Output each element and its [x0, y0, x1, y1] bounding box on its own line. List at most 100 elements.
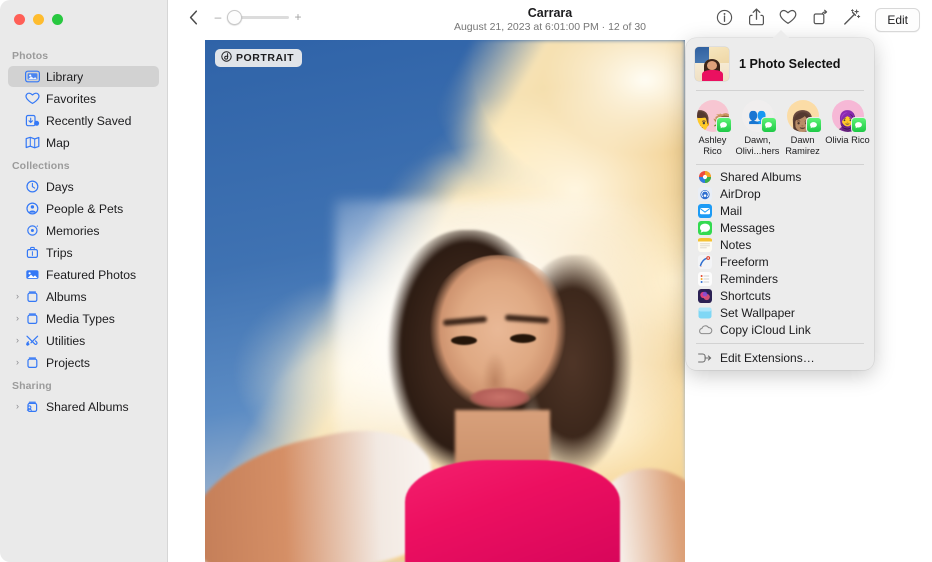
- menu-item-label: Mail: [720, 204, 742, 218]
- sidebar-item-label: Trips: [46, 246, 73, 260]
- chevron-left-icon: [189, 10, 198, 30]
- share-menu: Shared Albums AirDrop Mail Messages: [686, 165, 874, 370]
- sidebar-item-recently-saved[interactable]: › Recently Saved: [8, 110, 159, 131]
- sidebar-item-label: People & Pets: [46, 202, 123, 216]
- sidebar-item-favorites[interactable]: › Favorites: [8, 88, 159, 109]
- avatar: 👩🏽: [787, 100, 819, 132]
- menu-item-mail[interactable]: Mail: [692, 202, 868, 219]
- contact-name: Ashley Rico: [690, 135, 735, 156]
- photo-lips: [470, 388, 530, 408]
- share-button[interactable]: [741, 6, 771, 33]
- sidebar-item-label: Memories: [46, 224, 100, 238]
- close-button[interactable]: [14, 14, 25, 25]
- photo-icon: [23, 268, 41, 282]
- favorite-button[interactable]: [773, 6, 803, 33]
- contact-suggestion[interactable]: 👥 Dawn, Olivi...hers: [735, 100, 780, 156]
- sidebar-item-people-pets[interactable]: › People & Pets: [8, 198, 159, 219]
- sidebar-item-label: Map: [46, 136, 70, 150]
- chevron-right-icon[interactable]: ›: [12, 292, 23, 301]
- contact-suggestion[interactable]: 🧕 Olivia Rico: [825, 100, 870, 156]
- chevron-right-icon[interactable]: ›: [12, 314, 23, 323]
- messages-badge-icon: [716, 117, 732, 133]
- menu-item-label: Shortcuts: [720, 289, 771, 303]
- sidebar-item-map[interactable]: › Map: [8, 132, 159, 153]
- sidebar-item-library[interactable]: › Library: [8, 66, 159, 87]
- shortcuts-icon: [696, 288, 713, 303]
- menu-item-freeform[interactable]: Freeform: [692, 253, 868, 270]
- airdrop-icon: [696, 186, 713, 201]
- sidebar: Photos › Library › Favorites ›: [0, 0, 168, 562]
- sidebar-item-label: Projects: [46, 356, 90, 370]
- sidebar-item-label: Media Types: [46, 312, 115, 326]
- contact-name: Dawn, Olivi...hers: [735, 135, 780, 156]
- album-icon: [23, 312, 41, 326]
- sidebar-item-label: Utilities: [46, 334, 85, 348]
- menu-item-shared-albums[interactable]: Shared Albums: [692, 168, 868, 185]
- shared-album-icon: [23, 400, 41, 414]
- wallpaper-icon: [696, 305, 713, 320]
- edit-button[interactable]: Edit: [875, 8, 920, 32]
- portrait-badge-label: PORTRAIT: [236, 52, 294, 64]
- zoom-out-label[interactable]: –: [214, 11, 222, 23]
- menu-item-reminders[interactable]: Reminders: [692, 270, 868, 287]
- sidebar-item-memories[interactable]: › Memories: [8, 220, 159, 241]
- popover-header: 1 Photo Selected: [686, 38, 874, 90]
- messages-badge-icon: [851, 117, 867, 133]
- chevron-right-icon[interactable]: ›: [12, 358, 23, 367]
- menu-item-edit-extensions[interactable]: Edit Extensions…: [692, 349, 868, 366]
- menu-item-airdrop[interactable]: AirDrop: [692, 185, 868, 202]
- zoom-slider-knob[interactable]: [227, 10, 242, 25]
- messages-badge-icon: [806, 117, 822, 133]
- enhance-button[interactable]: [837, 6, 867, 33]
- menu-item-messages[interactable]: Messages: [692, 219, 868, 236]
- chevron-right-icon[interactable]: ›: [12, 336, 23, 345]
- menu-item-label: Notes: [720, 238, 751, 252]
- sidebar-scroll[interactable]: Photos › Library › Favorites ›: [0, 44, 167, 562]
- minimize-button[interactable]: [33, 14, 44, 25]
- contact-suggestion[interactable]: 👨‍🪹 Ashley Rico: [690, 100, 735, 156]
- zoom-button[interactable]: [52, 14, 63, 25]
- album-icon: [23, 290, 41, 304]
- sidebar-item-label: Featured Photos: [46, 268, 136, 282]
- sidebar-item-trips[interactable]: › Trips: [8, 242, 159, 263]
- suitcase-icon: [23, 246, 41, 260]
- back-button[interactable]: [182, 9, 204, 31]
- menu-item-label: Set Wallpaper: [720, 306, 795, 320]
- toolbar: – + Carrara August 21, 2023 at 6:01:00 P…: [168, 0, 932, 40]
- rotate-button[interactable]: [805, 6, 835, 33]
- sidebar-item-shared-albums[interactable]: › Shared Albums: [8, 396, 159, 417]
- menu-item-set-wallpaper[interactable]: Set Wallpaper: [692, 304, 868, 321]
- menu-item-copy-icloud-link[interactable]: Copy iCloud Link: [692, 321, 868, 338]
- sidebar-item-utilities[interactable]: › Utilities: [8, 330, 159, 351]
- menu-item-label: Freeform: [720, 255, 769, 269]
- sidebar-item-days[interactable]: › Days: [8, 176, 159, 197]
- info-button[interactable]: [709, 6, 739, 33]
- photo-eye-left: [451, 336, 477, 345]
- sidebar-item-projects[interactable]: › Projects: [8, 352, 159, 373]
- icloud-link-icon: [696, 322, 713, 337]
- menu-item-notes[interactable]: Notes: [692, 236, 868, 253]
- zoom-slider-track[interactable]: [227, 16, 289, 19]
- contact-name: Olivia Rico: [825, 135, 870, 146]
- sidebar-item-label: Days: [46, 180, 74, 194]
- selection-count-label: 1 Photo Selected: [739, 57, 840, 71]
- sidebar-section-photos: Photos: [0, 44, 167, 65]
- portrait-badge[interactable]: PORTRAIT: [215, 49, 302, 67]
- clock-icon: [23, 180, 41, 194]
- chevron-right-icon[interactable]: ›: [12, 402, 23, 411]
- contact-suggestion[interactable]: 👩🏽 Dawn Ramirez: [780, 100, 825, 156]
- zoom-slider-control[interactable]: – +: [214, 11, 302, 23]
- album-icon: [23, 356, 41, 370]
- share-icon: [748, 8, 765, 31]
- zoom-in-label[interactable]: +: [294, 11, 302, 23]
- photo-viewer[interactable]: PORTRAIT: [205, 40, 685, 562]
- aperture-icon: [221, 51, 232, 65]
- sidebar-item-featured-photos[interactable]: › Featured Photos: [8, 264, 159, 285]
- contact-name: Dawn Ramirez: [780, 135, 825, 156]
- menu-item-shortcuts[interactable]: Shortcuts: [692, 287, 868, 304]
- sidebar-item-media-types[interactable]: › Media Types: [8, 308, 159, 329]
- recently-saved-icon: [23, 114, 41, 128]
- sidebar-section-collections: Collections: [0, 154, 167, 175]
- sidebar-item-albums[interactable]: › Albums: [8, 286, 159, 307]
- library-icon: [23, 70, 41, 84]
